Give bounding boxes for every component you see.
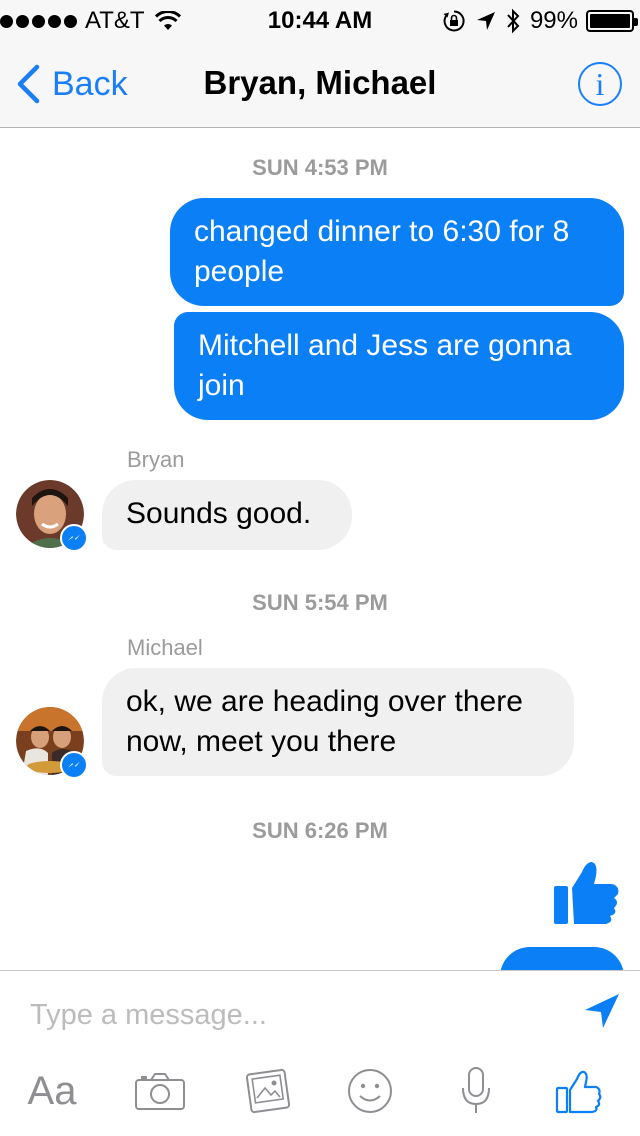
nav-bar: Back Bryan, Michael i (0, 40, 640, 128)
like-icon (555, 1070, 602, 1114)
timestamp: SUN 5:54 PM (252, 590, 388, 615)
photo-icon (245, 1068, 291, 1114)
text-format-button[interactable]: Aa (20, 1063, 84, 1119)
avatar-michael[interactable] (16, 707, 88, 779)
photo-button[interactable] (236, 1063, 300, 1119)
emoji-icon (348, 1069, 392, 1113)
messenger-badge-icon (60, 751, 88, 779)
status-bar: AT&T 10:44 AM 99% (0, 0, 640, 40)
info-icon[interactable]: i (578, 62, 622, 106)
status-right: 99% (442, 7, 638, 35)
like-button[interactable] (546, 1063, 610, 1119)
outgoing-message[interactable]: Mitchell and Jess are gonna join (174, 312, 624, 420)
thumbs-up-sticker-icon[interactable] (552, 858, 620, 926)
send-icon[interactable] (582, 991, 622, 1031)
incoming-message[interactable]: ok, we are heading over there now, meet … (102, 668, 574, 776)
outgoing-message-partial[interactable] (500, 947, 624, 970)
message-thread[interactable]: SUN 4:53 PM changed dinner to 6:30 for 8… (0, 129, 640, 970)
rotation-lock-icon (443, 10, 465, 32)
camera-button[interactable] (128, 1063, 192, 1119)
composer: Aa (0, 970, 640, 1136)
battery-level-fill (590, 14, 630, 28)
emoji-button[interactable] (338, 1063, 402, 1119)
location-icon (476, 12, 495, 30)
microphone-button[interactable] (444, 1063, 508, 1119)
chevron-left-icon (17, 64, 40, 104)
sender-name: Bryan (127, 447, 185, 472)
messenger-badge-icon (60, 524, 88, 552)
battery-icon (586, 10, 638, 32)
composer-toolbar: Aa (0, 1063, 640, 1123)
timestamp: SUN 4:53 PM (252, 155, 388, 180)
timestamp: SUN 6:26 PM (252, 818, 388, 843)
sender-name: Michael (127, 635, 203, 660)
microphone-icon (462, 1067, 490, 1113)
incoming-message[interactable]: Sounds good. (102, 480, 352, 550)
battery-tip (634, 18, 638, 26)
back-label: Back (52, 64, 128, 103)
back-button[interactable]: Back (16, 62, 128, 106)
message-input[interactable] (30, 993, 550, 1037)
avatar-bryan[interactable] (16, 480, 88, 552)
battery-percent: 99% (529, 7, 578, 34)
outgoing-message[interactable]: changed dinner to 6:30 for 8 people (170, 198, 624, 306)
bluetooth-icon (507, 8, 520, 34)
camera-icon (135, 1073, 185, 1110)
